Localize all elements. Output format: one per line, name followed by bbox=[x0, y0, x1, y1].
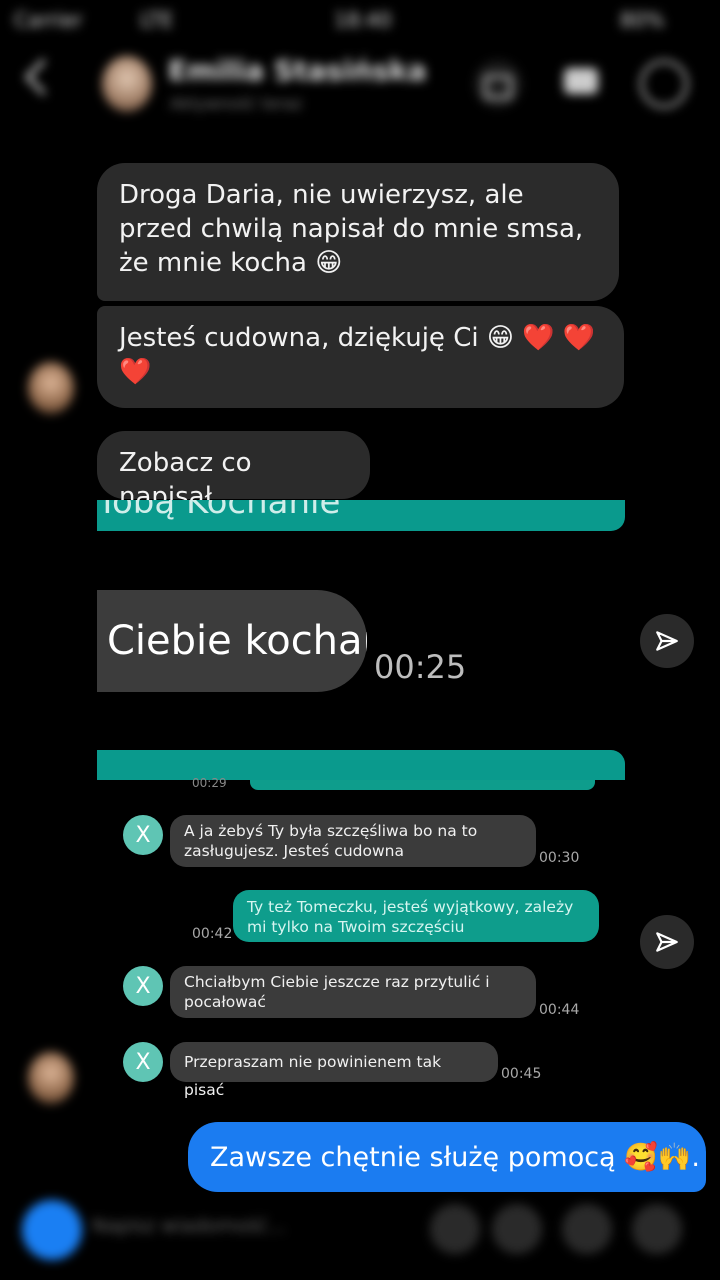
contact-status: Aktywność teraz bbox=[170, 94, 303, 113]
share-button[interactable] bbox=[640, 614, 694, 668]
sms-outgoing-bubble: Ty też Tomeczku, jesteś wyjątkowy, zależ… bbox=[233, 890, 599, 942]
emoji-icon[interactable] bbox=[632, 1204, 682, 1254]
share-button[interactable] bbox=[640, 915, 694, 969]
sms-sender-avatar: X bbox=[123, 1042, 163, 1082]
message-input[interactable]: Napisz wiadomość... bbox=[92, 1204, 412, 1248]
battery-indicator: 80% bbox=[620, 8, 665, 32]
gallery-icon[interactable] bbox=[492, 1204, 542, 1254]
message-text: Jesteś cudowna, dziękuję Ci 😁 ❤️ ❤️ ❤️ bbox=[119, 323, 596, 387]
sender-avatar[interactable] bbox=[28, 362, 74, 414]
signal-label: LTE bbox=[140, 8, 174, 32]
sms-time-partial: 00:29 bbox=[192, 776, 227, 790]
contact-name[interactable]: Emilia Stasińska bbox=[168, 54, 427, 87]
sms-time: 00:42 bbox=[192, 926, 233, 942]
screenshot-message-bubble: Ciebie kocham bbox=[97, 590, 367, 692]
message-bubble[interactable]: Zobacz co napisał bbox=[97, 431, 370, 512]
status-bar: Carrier LTE 18:40 80% bbox=[0, 0, 720, 38]
send-arrow-icon bbox=[656, 631, 678, 651]
microphone-icon[interactable] bbox=[430, 1204, 480, 1254]
screenshot-bottom-strip bbox=[97, 750, 625, 780]
sms-incoming-bubble: A ja żebyś Ty była szczęśliwa bo na to z… bbox=[170, 815, 536, 867]
clock: 18:40 bbox=[334, 8, 392, 32]
video-call-icon[interactable] bbox=[474, 60, 522, 108]
more-options-icon[interactable] bbox=[640, 60, 688, 108]
sms-time: 00:30 bbox=[539, 850, 580, 866]
screenshot-top-strip: Tobą Kochanie bbox=[97, 500, 625, 531]
sms-sender-avatar: X bbox=[123, 966, 163, 1006]
message-bubble[interactable]: Jesteś cudowna, dziękuję Ci 😁 ❤️ ❤️ ❤️ bbox=[97, 306, 624, 408]
sms-incoming-bubble: Przepraszam nie powinienem tak pisać bbox=[170, 1042, 498, 1099]
message-composer: Napisz wiadomość... bbox=[0, 1190, 720, 1280]
sms-time: 00:44 bbox=[539, 1002, 580, 1018]
sms-time: 00:45 bbox=[501, 1066, 542, 1082]
send-arrow-icon bbox=[656, 932, 678, 952]
outgoing-message-bubble[interactable]: Zawsze chętnie służę pomocą 🥰🙌. bbox=[188, 1122, 706, 1192]
strip-text: Tobą Kochanie bbox=[97, 500, 341, 522]
sender-avatar[interactable] bbox=[28, 1052, 74, 1104]
sms-incoming-bubble: Chciałbym Ciebie jeszcze raz przytulić i… bbox=[170, 966, 536, 1018]
carrier-label: Carrier bbox=[14, 8, 83, 32]
contact-avatar[interactable] bbox=[102, 56, 152, 112]
chat-icon[interactable] bbox=[558, 60, 606, 108]
screenshot-message-text: Ciebie kocham bbox=[107, 618, 367, 664]
sticker-icon[interactable] bbox=[562, 1204, 612, 1254]
sms-partial-bubble bbox=[250, 780, 595, 790]
chat-header: Emilia Stasińska Aktywność teraz bbox=[0, 38, 720, 130]
message-bubble[interactable]: Droga Daria, nie uwierzysz, ale przed ch… bbox=[97, 163, 619, 301]
screenshot-message-time: 00:25 bbox=[374, 648, 467, 686]
sms-sender-avatar: X bbox=[123, 815, 163, 855]
shared-screenshot[interactable]: Tobą Kochanie Ciebie kocham 00:25 bbox=[97, 500, 625, 780]
chevron-left-icon[interactable] bbox=[24, 58, 62, 96]
camera-button[interactable] bbox=[22, 1200, 82, 1260]
